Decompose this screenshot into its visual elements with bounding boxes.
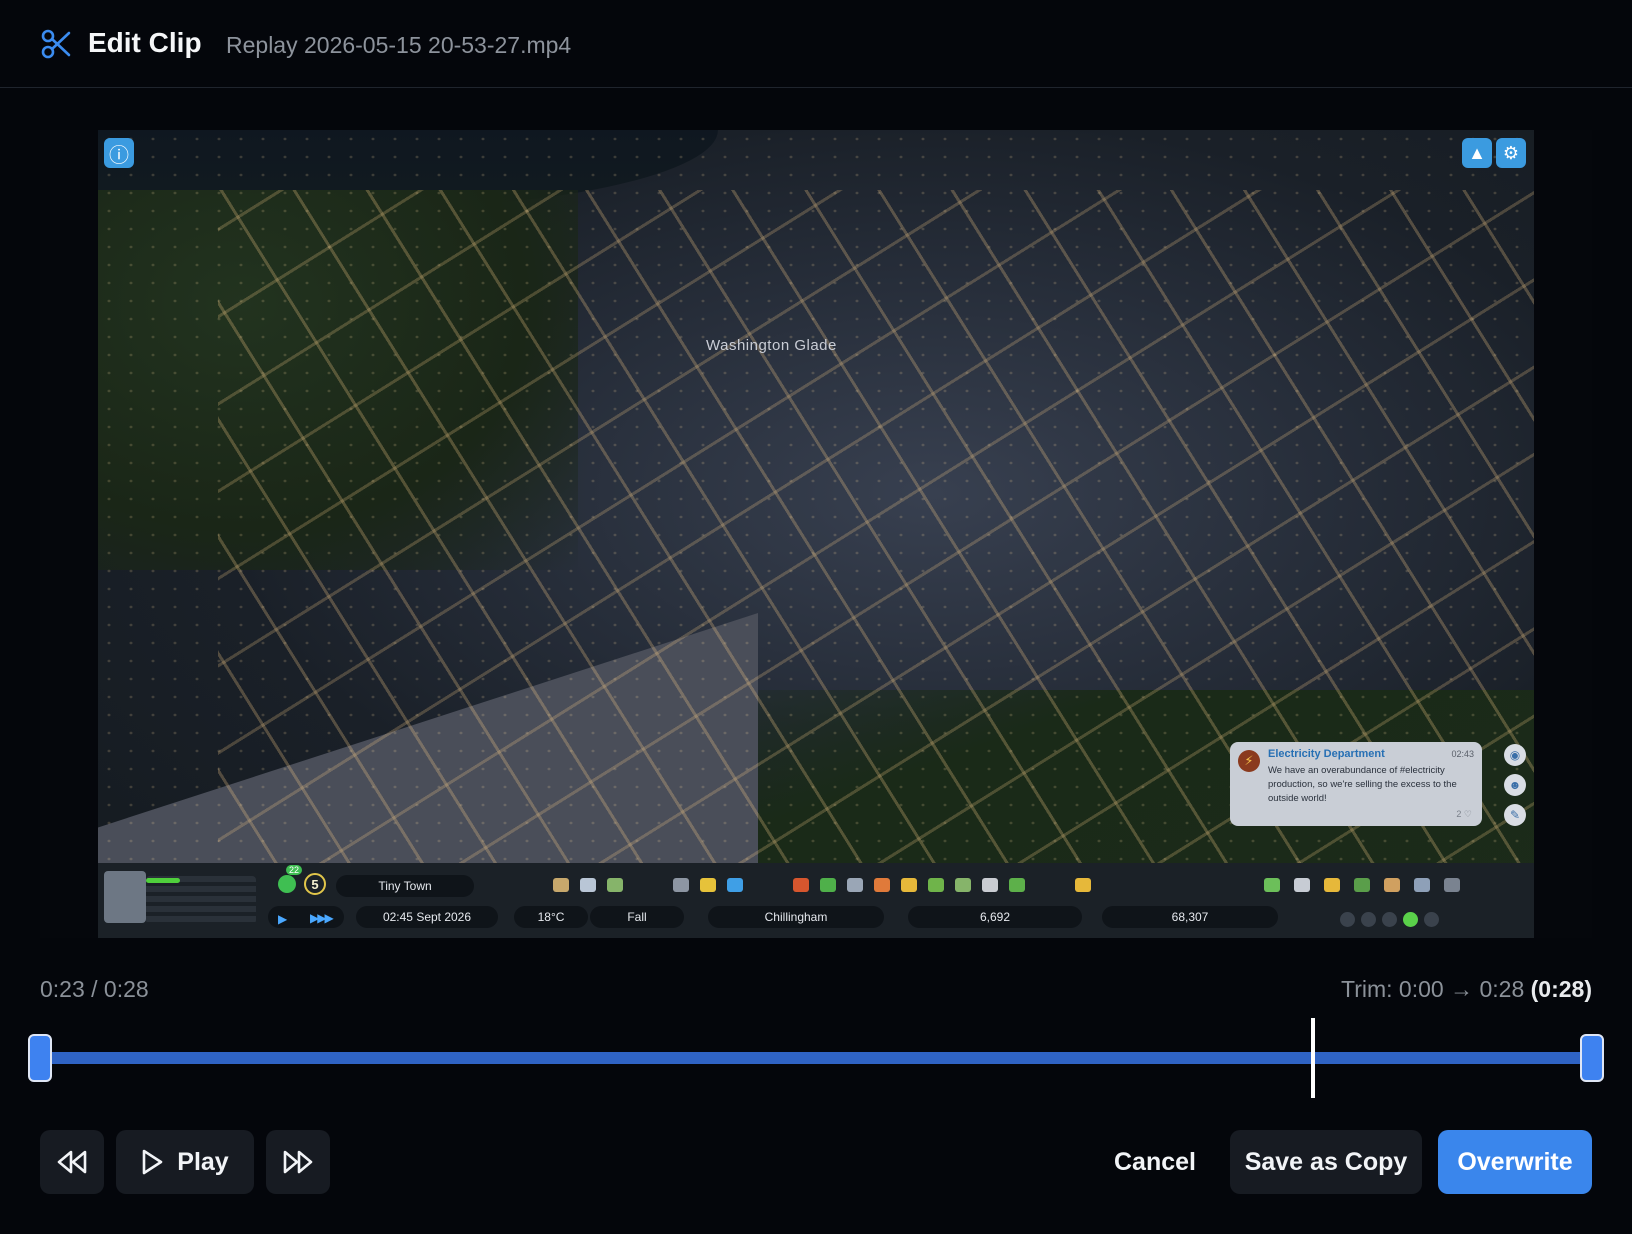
district-label: Washington Glade xyxy=(706,337,837,354)
statistics-icon xyxy=(1324,878,1340,892)
policies-icon xyxy=(1384,878,1400,892)
water-tool-icon xyxy=(727,878,743,892)
map-icon xyxy=(1294,878,1310,892)
notification-time: 02:43 xyxy=(1451,749,1474,759)
city-name: Chillingham xyxy=(708,906,884,928)
bulldozer-tool-icon xyxy=(1075,878,1091,892)
fire-tool-icon xyxy=(793,878,809,892)
time-readout: 0:23 / 0:28 xyxy=(40,976,149,1002)
game-notification: ⚡ Electricity Department 02:43 We have a… xyxy=(1230,742,1482,826)
search-icon xyxy=(1414,878,1430,892)
notification-message: We have an overabundance of #electricity… xyxy=(1268,765,1457,804)
scissors-icon xyxy=(40,28,72,60)
happiness-dot xyxy=(1424,911,1439,927)
lightning-icon: ⚡ xyxy=(1238,750,1260,772)
landscaping-tool-icon xyxy=(1009,878,1025,892)
timeline-track[interactable] xyxy=(40,1052,1592,1064)
rewind-button[interactable] xyxy=(40,1130,104,1194)
transport-tool-icon xyxy=(673,878,689,892)
xp-icon xyxy=(278,875,296,893)
rewind-icon xyxy=(56,1149,88,1175)
game-settings-icon: ⚙ xyxy=(1496,138,1526,168)
happiness-dot xyxy=(1361,911,1376,927)
industry-tool-icon xyxy=(955,878,971,892)
trim-range: Trim: 0:00 → 0:28 xyxy=(1341,976,1525,1002)
dialog-title: Edit Clip xyxy=(88,27,202,58)
play-icon xyxy=(141,1149,163,1175)
game-tutorial-icon: ▲ xyxy=(1462,138,1492,168)
trim-duration: (0:28) xyxy=(1530,976,1592,1002)
zoning-tool-icon xyxy=(580,878,596,892)
temperature: 18°C xyxy=(514,906,588,928)
game-fast-forward-icon: ▶▶▶ xyxy=(310,911,334,925)
save-as-copy-button[interactable]: Save as Copy xyxy=(1230,1130,1422,1194)
city-building-icon xyxy=(104,871,146,923)
play-button[interactable]: Play xyxy=(116,1130,254,1194)
trim-readout: Trim: 0:00 → 0:28 (0:28) xyxy=(1341,976,1592,1003)
road-tool-icon xyxy=(553,878,569,892)
progression-icon xyxy=(1354,878,1370,892)
money: 68,307 xyxy=(1102,906,1278,928)
happiness-dot xyxy=(1382,911,1397,927)
health-tool-icon xyxy=(874,878,890,892)
area-tool-icon xyxy=(607,878,623,892)
notification-likes: 2 ♡ xyxy=(1456,809,1472,819)
cancel-button[interactable]: Cancel xyxy=(1100,1130,1210,1194)
happiness-indicators xyxy=(1340,910,1440,928)
budget-icon xyxy=(1264,878,1280,892)
game-side-icons: ◉ ☻ ✎ xyxy=(1504,744,1528,834)
happiness-dot-active xyxy=(1403,911,1418,927)
notepad-icon: ✎ xyxy=(1504,804,1526,826)
person-icon: ☻ xyxy=(1504,774,1526,796)
trim-end-handle[interactable] xyxy=(1580,1034,1604,1082)
season: Fall xyxy=(590,906,684,928)
overwrite-button[interactable]: Overwrite xyxy=(1438,1130,1592,1194)
header: Edit Clip Replay 2026-05-15 20-53-27.mp4 xyxy=(0,0,1632,88)
population: 6,692 xyxy=(908,906,1082,928)
xp-badge: 22 xyxy=(286,865,303,875)
education-tool-icon xyxy=(847,878,863,892)
garbage-tool-icon xyxy=(820,878,836,892)
fast-forward-button[interactable] xyxy=(266,1130,330,1194)
play-label: Play xyxy=(177,1147,229,1176)
playhead[interactable] xyxy=(1310,1018,1315,1098)
fast-forward-icon xyxy=(282,1149,314,1175)
parks-tool-icon xyxy=(928,878,944,892)
electricity-tool-icon xyxy=(700,878,716,892)
globe-icon: ◉ xyxy=(1504,744,1526,766)
progress-fill xyxy=(146,878,180,883)
game-play-icon: ▶ xyxy=(278,912,288,926)
camera-icon xyxy=(1444,878,1460,892)
level-badge: 5 xyxy=(304,873,326,895)
progress-bars xyxy=(146,876,256,924)
notification-sender: Electricity Department xyxy=(1268,748,1385,760)
police-tool-icon xyxy=(901,878,917,892)
happiness-dot xyxy=(1340,911,1355,927)
game-hud: 22 5 Tiny Town ▶ ▶▶▶ 02:45 Sept 2026 18°… xyxy=(98,863,1534,938)
clip-filename: Replay 2026-05-15 20-53-27.mp4 xyxy=(226,32,572,58)
trim-start-handle[interactable] xyxy=(28,1034,52,1082)
communication-tool-icon xyxy=(982,878,998,892)
game-info-icon: ⓘ xyxy=(104,138,134,168)
town-rank: Tiny Town xyxy=(336,875,474,897)
game-clock: 02:45 Sept 2026 xyxy=(356,906,498,928)
video-frame[interactable]: Washington Glade ⓘ ▲ ⚙ ⚡ Electricity Dep… xyxy=(98,130,1534,938)
